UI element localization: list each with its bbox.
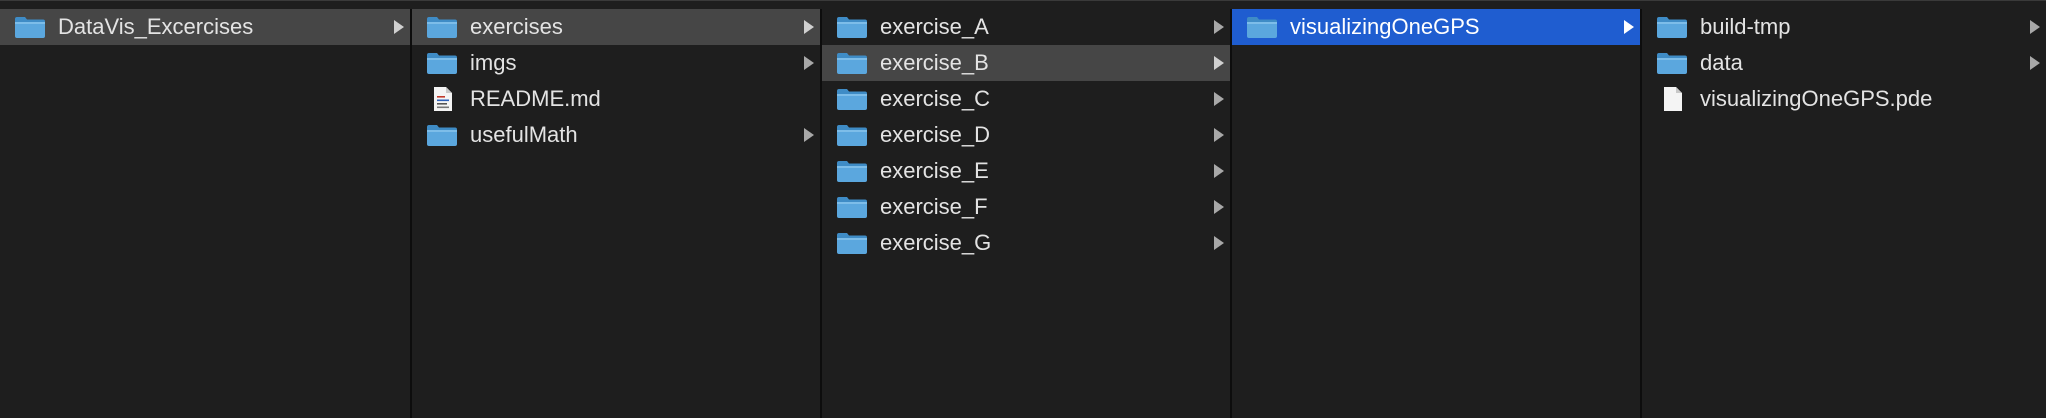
- list-item[interactable]: exercise_B: [822, 45, 1230, 81]
- disclosure-arrow-icon: [1214, 92, 1224, 106]
- disclosure-arrow-icon: [2030, 20, 2040, 34]
- item-label: exercise_B: [880, 50, 989, 75]
- list-item[interactable]: visualizingOneGPS.pde: [1642, 81, 2046, 117]
- list-item[interactable]: imgs: [412, 45, 820, 81]
- column-3: exercise_A exercise_B exercise_C exercise_D…: [822, 9, 1232, 418]
- column-browser: DataVis_Excercises exercises imgs README.m…: [0, 0, 2046, 418]
- disclosure-arrow-icon: [1624, 20, 1634, 34]
- column-1: DataVis_Excercises: [0, 9, 412, 418]
- item-label: data: [1700, 50, 1743, 75]
- folder-icon: [1656, 51, 1688, 75]
- list-item[interactable]: visualizingOneGPS: [1232, 9, 1640, 45]
- item-label: exercise_G: [880, 230, 992, 255]
- disclosure-arrow-icon: [1214, 164, 1224, 178]
- disclosure-arrow-icon: [1214, 200, 1224, 214]
- list-item[interactable]: exercise_D: [822, 117, 1230, 153]
- disclosure-arrow-icon: [1214, 20, 1224, 34]
- list-item[interactable]: exercise_A: [822, 9, 1230, 45]
- markdown-file-icon: [426, 87, 458, 111]
- disclosure-arrow-icon: [804, 20, 814, 34]
- folder-icon: [426, 123, 458, 147]
- list-item[interactable]: exercise_E: [822, 153, 1230, 189]
- disclosure-arrow-icon: [804, 56, 814, 70]
- item-label: usefulMath: [470, 122, 578, 147]
- item-label: imgs: [470, 50, 517, 75]
- folder-icon: [836, 51, 868, 75]
- folder-icon: [836, 87, 868, 111]
- item-label: exercise_D: [880, 122, 991, 147]
- folder-icon: [426, 51, 458, 75]
- folder-icon: [426, 15, 458, 39]
- list-item[interactable]: exercise_C: [822, 81, 1230, 117]
- disclosure-arrow-icon: [1214, 128, 1224, 142]
- folder-icon: [836, 159, 868, 183]
- folder-icon: [14, 15, 46, 39]
- list-item[interactable]: README.md: [412, 81, 820, 117]
- list-item[interactable]: DataVis_Excercises: [0, 9, 410, 45]
- disclosure-arrow-icon: [804, 128, 814, 142]
- list-item[interactable]: build-tmp: [1642, 9, 2046, 45]
- item-label: exercises: [470, 14, 563, 39]
- list-item[interactable]: exercise_G: [822, 225, 1230, 261]
- folder-icon: [836, 195, 868, 219]
- disclosure-arrow-icon: [394, 20, 404, 34]
- column-5: build-tmp data visualizingOneGPS.pde: [1642, 9, 2046, 418]
- item-label: exercise_F: [880, 194, 988, 219]
- item-label: DataVis_Excercises: [58, 14, 254, 39]
- list-item[interactable]: usefulMath: [412, 117, 820, 153]
- folder-icon: [1246, 15, 1278, 39]
- column-2: exercises imgs README.md usefulMath: [412, 9, 822, 418]
- item-label: build-tmp: [1700, 14, 1791, 39]
- folder-icon: [836, 123, 868, 147]
- disclosure-arrow-icon: [1214, 236, 1224, 250]
- item-label: README.md: [470, 86, 601, 111]
- item-label: exercise_E: [880, 158, 989, 183]
- item-label: visualizingOneGPS: [1290, 14, 1480, 39]
- disclosure-arrow-icon: [1214, 56, 1224, 70]
- item-label: exercise_C: [880, 86, 991, 111]
- list-item[interactable]: exercise_F: [822, 189, 1230, 225]
- folder-icon: [1656, 15, 1688, 39]
- file-icon: [1656, 87, 1688, 111]
- list-item[interactable]: data: [1642, 45, 2046, 81]
- column-4: visualizingOneGPS: [1232, 9, 1642, 418]
- list-item[interactable]: exercises: [412, 9, 820, 45]
- disclosure-arrow-icon: [2030, 56, 2040, 70]
- item-label: visualizingOneGPS.pde: [1700, 86, 1933, 111]
- folder-icon: [836, 231, 868, 255]
- folder-icon: [836, 15, 868, 39]
- item-label: exercise_A: [880, 14, 989, 39]
